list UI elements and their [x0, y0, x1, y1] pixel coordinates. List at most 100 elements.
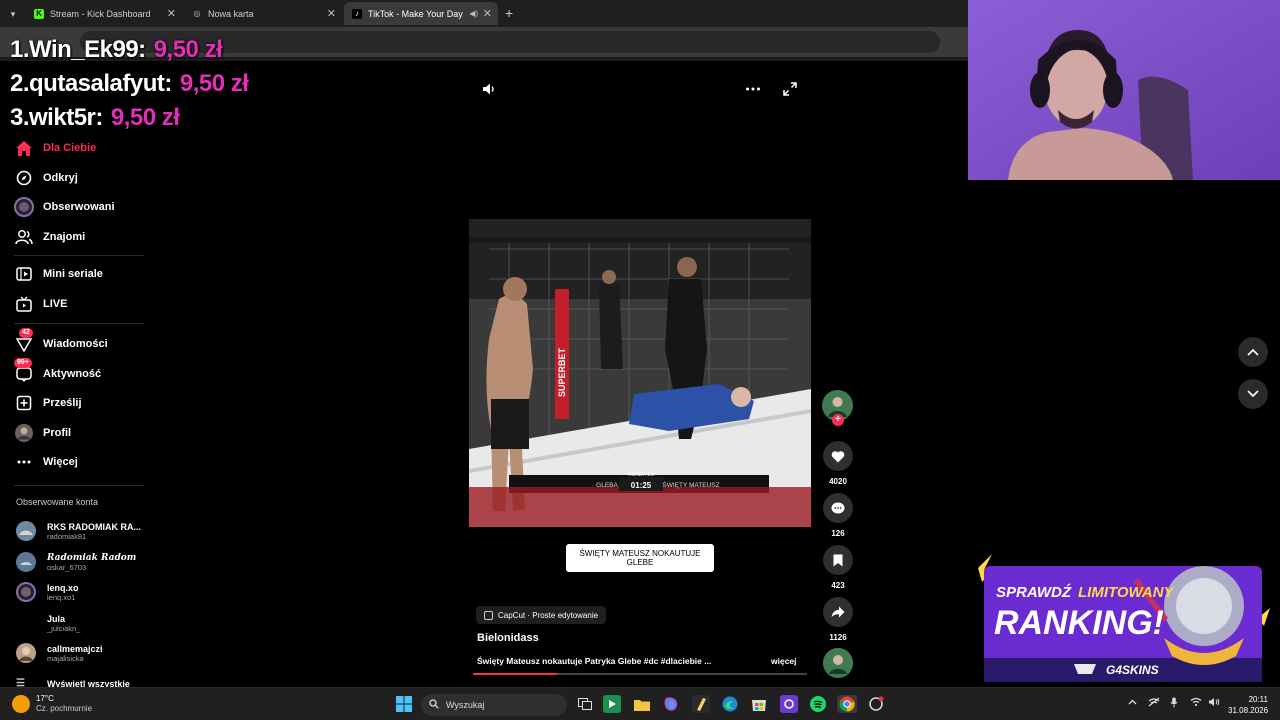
fullscreen-icon[interactable]	[783, 82, 797, 99]
network-off-icon[interactable]	[1148, 697, 1160, 710]
sponsor-label: SUPERBET	[557, 347, 567, 397]
sidebar-divider	[14, 323, 144, 324]
account-handle: radomiak81	[47, 531, 87, 541]
share-icon[interactable]	[823, 597, 853, 627]
followed-account[interactable]: RKS RADOMIAK RA... radomiak81	[16, 521, 141, 541]
sidebar-item-following[interactable]: Obserwowani	[14, 196, 115, 218]
sidebar-item-more[interactable]: Więcej	[14, 451, 78, 473]
more-description-button[interactable]: więcej	[771, 656, 797, 666]
copilot-icon[interactable]	[662, 695, 680, 713]
store-icon[interactable]	[750, 695, 768, 713]
weather-temp: 17°C	[36, 694, 54, 703]
activity-icon: 99+	[14, 358, 34, 384]
avatar	[16, 643, 36, 663]
share-action[interactable]: 1126	[822, 597, 854, 642]
audio-playing-icon[interactable]: ◀)	[469, 9, 478, 18]
previous-video-button[interactable]	[1238, 337, 1268, 367]
like-action[interactable]: 4020	[822, 441, 854, 486]
fight-clock: 01:25	[631, 481, 652, 490]
followed-account[interactable]: lenq.xo lenq.xo1	[16, 582, 79, 602]
sidebar-item-label: Prześlij	[43, 397, 82, 409]
close-tab-icon[interactable]: ✕	[483, 7, 492, 20]
tab-tiktok[interactable]: ♪ TikTok - Make Your Day ◀) ✕	[344, 2, 498, 25]
account-name: lenq.xo	[47, 582, 79, 593]
donation-leaderboard: 1. Win_Ek99: 9,50 zł 2. qutasalafyut: 9,…	[10, 33, 249, 135]
edge-icon[interactable]	[721, 695, 739, 713]
donor-row: 2. qutasalafyut: 9,50 zł	[10, 67, 249, 101]
video-progress-bar[interactable]	[473, 673, 807, 675]
avatar	[16, 521, 36, 541]
send-icon: 42	[14, 328, 34, 354]
tab-title: Nowa karta	[208, 8, 254, 19]
volume-icon[interactable]	[1208, 697, 1220, 710]
sidebar-item-live[interactable]: LIVE	[14, 293, 67, 315]
spotify-icon[interactable]	[809, 695, 827, 713]
volume-icon[interactable]	[482, 82, 496, 99]
sidebar-item-explore[interactable]: Odkryj	[14, 167, 78, 189]
close-tab-icon[interactable]: ✕	[327, 7, 336, 20]
video-author[interactable]: Bielonidass	[477, 632, 539, 644]
close-tab-icon[interactable]: ✕	[167, 7, 176, 20]
donor-rank: 2.	[10, 70, 30, 97]
music-avatar[interactable]	[823, 648, 853, 678]
weather-widget[interactable]: 17°C Cz. pochmurnie	[12, 694, 92, 714]
bookmark-icon[interactable]	[823, 545, 853, 575]
sidebar-item-mini-series[interactable]: Mini seriale	[14, 263, 103, 285]
sidebar-item-upload[interactable]: Prześlij	[14, 392, 82, 414]
new-tab-button[interactable]: +	[505, 5, 513, 21]
follow-plus-icon[interactable]: +	[832, 414, 844, 426]
fighter-left: GLEBA	[596, 482, 618, 489]
next-video-button[interactable]	[1238, 379, 1268, 409]
tab-kick-dashboard[interactable]: K Stream - Kick Dashboard ✕	[26, 2, 182, 25]
file-explorer-icon[interactable]	[633, 695, 651, 713]
comment-icon[interactable]	[823, 493, 853, 523]
windows-taskbar: 17°C Cz. pochmurnie Wyszukaj 20:11 31.08…	[0, 687, 1280, 720]
chrome-icon[interactable]	[837, 695, 857, 713]
search-placeholder: Wyszukaj	[446, 700, 485, 710]
sidebar-divider	[14, 255, 144, 256]
green-app-icon[interactable]	[603, 695, 621, 713]
pen-app-icon[interactable]	[692, 695, 710, 713]
system-clock[interactable]: 20:11 31.08.2026	[1228, 694, 1268, 716]
tray-overflow-chevron-icon[interactable]	[1128, 697, 1137, 708]
donor-amount: 9,50 zł	[153, 36, 223, 63]
like-count: 4020	[829, 477, 847, 486]
tab-search-chevron-icon[interactable]: ▾	[4, 5, 22, 23]
capcut-tag[interactable]: CapCut · Proste edytowanie	[476, 606, 607, 624]
wifi-icon[interactable]	[1190, 697, 1202, 710]
followed-account[interactable]: Jula _julciakn_	[16, 613, 80, 633]
home-icon	[14, 138, 34, 158]
microphone-icon[interactable]	[1170, 697, 1178, 711]
video-player[interactable]: SUPERBET RUNDA 1/3 GLEBA 01:25 ŚWIĘTY MA…	[469, 219, 811, 527]
sidebar-item-profile[interactable]: Profil	[14, 422, 71, 444]
tab-title: TikTok - Make Your Day	[368, 8, 463, 19]
followed-account[interactable]: callmemajczi majalisicka	[16, 643, 103, 663]
comment-action[interactable]: 126	[822, 493, 854, 538]
round-label: RUNDA 1/3	[628, 472, 654, 478]
save-count: 423	[831, 581, 845, 590]
promo-banner[interactable]: SPRAWDŹ LIMITOWANY RANKING! G4SKINS	[968, 548, 1272, 688]
more-options-icon[interactable]	[745, 82, 761, 99]
sidebar-item-for-you[interactable]: Dla Ciebie	[14, 137, 96, 159]
friends-icon	[14, 227, 34, 247]
donor-rank: 3.	[10, 104, 30, 131]
comment-count: 126	[831, 529, 845, 538]
save-action[interactable]: 423	[822, 545, 854, 590]
heart-icon[interactable]	[823, 441, 853, 471]
tab-new-tab[interactable]: ◎ Nowa karta ✕	[184, 2, 342, 25]
task-view-icon[interactable]	[576, 695, 594, 713]
sidebar-item-friends[interactable]: Znajomi	[14, 226, 85, 248]
capcut-label: CapCut · Proste edytowanie	[498, 610, 599, 620]
windows-start-icon[interactable]	[395, 695, 413, 713]
share-count: 1126	[829, 633, 847, 642]
followed-account[interactable]: Radomiak Radom oskar_6703	[16, 552, 136, 572]
clock-time: 20:11	[1248, 695, 1268, 704]
sidebar-item-messages[interactable]: 42 Wiadomości	[14, 328, 108, 355]
purple-app-icon[interactable]	[780, 695, 798, 713]
settings-app-icon[interactable]	[867, 695, 885, 713]
messages-badge: 42	[19, 328, 33, 338]
taskbar-search[interactable]: Wyszukaj	[421, 694, 567, 716]
sidebar-item-label: Odkryj	[43, 172, 78, 184]
sidebar-item-label: Wiadomości	[43, 338, 108, 350]
sidebar-item-activity[interactable]: 99+ Aktywność	[14, 358, 101, 385]
